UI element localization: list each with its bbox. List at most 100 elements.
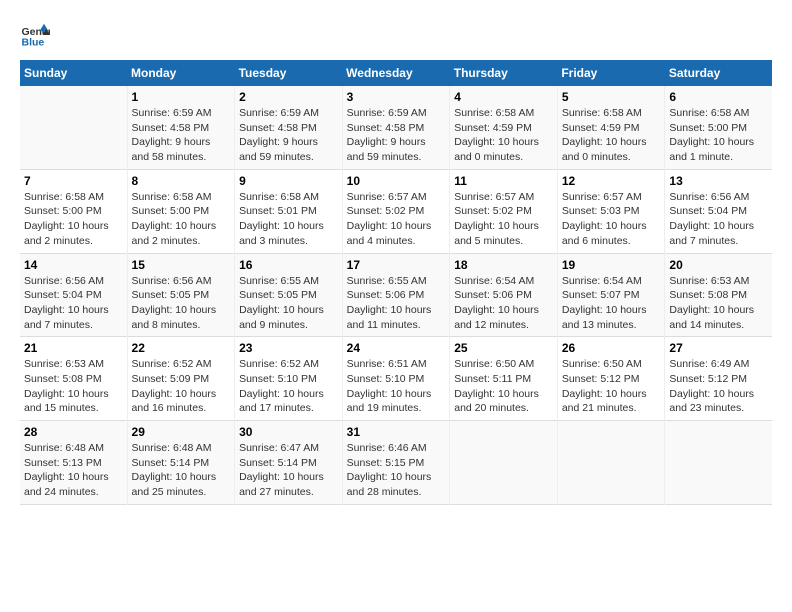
day-info: Sunrise: 6:55 AMSunset: 5:06 PMDaylight:… [347,274,446,333]
day-cell: 20 Sunrise: 6:53 AMSunset: 5:08 PMDayligh… [665,253,772,337]
logo-icon: General Blue [20,20,50,50]
day-info: Sunrise: 6:47 AMSunset: 5:14 PMDaylight:… [239,441,338,500]
day-cell: 8 Sunrise: 6:58 AMSunset: 5:00 PMDaylight… [127,169,235,253]
column-header-thursday: Thursday [450,60,558,86]
day-number: 16 [239,258,338,272]
day-cell: 17 Sunrise: 6:55 AMSunset: 5:06 PMDayligh… [342,253,450,337]
day-number: 26 [562,341,661,355]
day-cell: 23 Sunrise: 6:52 AMSunset: 5:10 PMDayligh… [235,337,343,421]
day-info: Sunrise: 6:52 AMSunset: 5:10 PMDaylight:… [239,357,338,416]
header-row: SundayMondayTuesdayWednesdayThursdayFrid… [20,60,772,86]
day-cell: 28 Sunrise: 6:48 AMSunset: 5:13 PMDayligh… [20,421,127,505]
day-number: 31 [347,425,446,439]
day-number: 8 [132,174,231,188]
day-number: 12 [562,174,661,188]
column-header-monday: Monday [127,60,235,86]
day-number: 24 [347,341,446,355]
column-header-friday: Friday [557,60,665,86]
day-cell: 1 Sunrise: 6:59 AMSunset: 4:58 PMDaylight… [127,86,235,169]
week-row: 1 Sunrise: 6:59 AMSunset: 4:58 PMDaylight… [20,86,772,169]
day-cell: 31 Sunrise: 6:46 AMSunset: 5:15 PMDayligh… [342,421,450,505]
day-number: 21 [24,341,123,355]
day-info: Sunrise: 6:50 AMSunset: 5:12 PMDaylight:… [562,357,661,416]
day-number: 5 [562,90,661,104]
day-cell: 11 Sunrise: 6:57 AMSunset: 5:02 PMDayligh… [450,169,558,253]
day-info: Sunrise: 6:56 AMSunset: 5:04 PMDaylight:… [669,190,768,249]
day-number: 1 [132,90,231,104]
day-cell: 15Sunrise: 6:56 AMSunset: 5:05 PMDayligh… [127,253,235,337]
day-cell [20,86,127,169]
day-info: Sunrise: 6:54 AMSunset: 5:07 PMDaylight:… [562,274,661,333]
day-cell: 13Sunrise: 6:56 AMSunset: 5:04 PMDayligh… [665,169,772,253]
day-info: Sunrise: 6:53 AMSunset: 5:08 PMDaylight:… [669,274,768,333]
day-number: 17 [347,258,446,272]
day-info: Sunrise: 6:57 AMSunset: 5:02 PMDaylight:… [454,190,553,249]
calendar-body: 1 Sunrise: 6:59 AMSunset: 4:58 PMDaylight… [20,86,772,504]
day-number: 9 [239,174,338,188]
day-number: 2 [239,90,338,104]
day-cell [557,421,665,505]
day-info: Sunrise: 6:57 AMSunset: 5:02 PMDaylight:… [347,190,446,249]
day-info: Sunrise: 6:49 AMSunset: 5:12 PMDaylight:… [669,357,768,416]
day-info: Sunrise: 6:57 AMSunset: 5:03 PMDaylight:… [562,190,661,249]
day-info: Sunrise: 6:58 AMSunset: 5:00 PMDaylight:… [24,190,123,249]
day-info: Sunrise: 6:53 AMSunset: 5:08 PMDaylight:… [24,357,123,416]
week-row: 28 Sunrise: 6:48 AMSunset: 5:13 PMDayligh… [20,421,772,505]
day-cell: 26 Sunrise: 6:50 AMSunset: 5:12 PMDayligh… [557,337,665,421]
day-cell: 19 Sunrise: 6:54 AMSunset: 5:07 PMDayligh… [557,253,665,337]
column-header-saturday: Saturday [665,60,772,86]
day-cell: 30Sunrise: 6:47 AMSunset: 5:14 PMDayligh… [235,421,343,505]
day-info: Sunrise: 6:48 AMSunset: 5:14 PMDaylight:… [132,441,231,500]
day-cell: 4 Sunrise: 6:58 AMSunset: 4:59 PMDaylight… [450,86,558,169]
day-number: 22 [132,341,231,355]
day-cell: 18 Sunrise: 6:54 AMSunset: 5:06 PMDayligh… [450,253,558,337]
day-cell: 6Sunrise: 6:58 AMSunset: 5:00 PMDaylight… [665,86,772,169]
day-number: 27 [669,341,768,355]
day-number: 15 [132,258,231,272]
day-number: 18 [454,258,553,272]
day-info: Sunrise: 6:59 AMSunset: 4:58 PMDaylight:… [347,106,446,165]
day-cell: 10Sunrise: 6:57 AMSunset: 5:02 PMDayligh… [342,169,450,253]
calendar-table: SundayMondayTuesdayWednesdayThursdayFrid… [20,60,772,505]
week-row: 7 Sunrise: 6:58 AMSunset: 5:00 PMDaylight… [20,169,772,253]
day-number: 3 [347,90,446,104]
day-cell: 27 Sunrise: 6:49 AMSunset: 5:12 PMDayligh… [665,337,772,421]
day-info: Sunrise: 6:59 AMSunset: 4:58 PMDaylight:… [239,106,338,165]
day-cell: 9Sunrise: 6:58 AMSunset: 5:01 PMDaylight… [235,169,343,253]
day-number: 19 [562,258,661,272]
day-cell: 14Sunrise: 6:56 AMSunset: 5:04 PMDayligh… [20,253,127,337]
day-cell [450,421,558,505]
week-row: 14Sunrise: 6:56 AMSunset: 5:04 PMDayligh… [20,253,772,337]
day-number: 14 [24,258,123,272]
day-info: Sunrise: 6:58 AMSunset: 4:59 PMDaylight:… [562,106,661,165]
day-cell: 22Sunrise: 6:52 AMSunset: 5:09 PMDayligh… [127,337,235,421]
day-info: Sunrise: 6:58 AMSunset: 5:00 PMDaylight:… [132,190,231,249]
day-cell: 16Sunrise: 6:55 AMSunset: 5:05 PMDayligh… [235,253,343,337]
day-info: Sunrise: 6:58 AMSunset: 4:59 PMDaylight:… [454,106,553,165]
day-cell: 12 Sunrise: 6:57 AMSunset: 5:03 PMDayligh… [557,169,665,253]
day-cell: 7 Sunrise: 6:58 AMSunset: 5:00 PMDaylight… [20,169,127,253]
column-header-tuesday: Tuesday [235,60,343,86]
day-number: 23 [239,341,338,355]
day-cell: 21 Sunrise: 6:53 AMSunset: 5:08 PMDayligh… [20,337,127,421]
day-info: Sunrise: 6:46 AMSunset: 5:15 PMDaylight:… [347,441,446,500]
column-header-sunday: Sunday [20,60,127,86]
day-cell: 25Sunrise: 6:50 AMSunset: 5:11 PMDayligh… [450,337,558,421]
day-cell [665,421,772,505]
day-number: 6 [669,90,768,104]
day-number: 20 [669,258,768,272]
day-number: 4 [454,90,553,104]
svg-text:Blue: Blue [22,37,45,49]
week-row: 21 Sunrise: 6:53 AMSunset: 5:08 PMDayligh… [20,337,772,421]
column-header-wednesday: Wednesday [342,60,450,86]
day-number: 7 [24,174,123,188]
day-info: Sunrise: 6:48 AMSunset: 5:13 PMDaylight:… [24,441,123,500]
day-number: 29 [132,425,231,439]
day-number: 28 [24,425,123,439]
day-cell: 5 Sunrise: 6:58 AMSunset: 4:59 PMDaylight… [557,86,665,169]
day-number: 11 [454,174,553,188]
day-cell: 24Sunrise: 6:51 AMSunset: 5:10 PMDayligh… [342,337,450,421]
day-info: Sunrise: 6:54 AMSunset: 5:06 PMDaylight:… [454,274,553,333]
day-cell: 2 Sunrise: 6:59 AMSunset: 4:58 PMDaylight… [235,86,343,169]
day-info: Sunrise: 6:59 AMSunset: 4:58 PMDaylight:… [132,106,231,165]
